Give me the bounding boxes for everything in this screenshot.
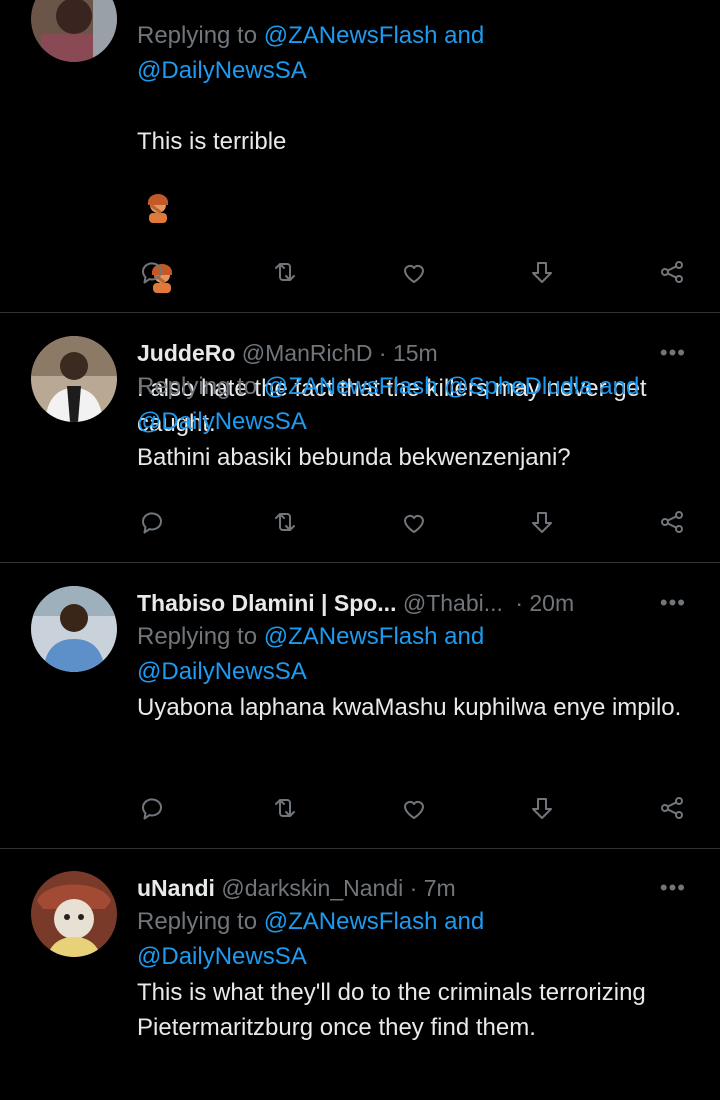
reply-prefix: Replying to <box>137 623 258 650</box>
tweet-2[interactable]: Thabiso Dlamini | Spo... @Thabi... · 20m… <box>0 563 720 849</box>
facepalm-emoji <box>143 159 173 223</box>
tweet-text: This is what they'll do to the criminals… <box>137 979 646 1041</box>
tweet-header: JuddeRo @ManRichD · 15m ••• <box>137 337 686 369</box>
reply-icon[interactable] <box>137 793 171 825</box>
mention-links[interactable]: @ZANewsFlash @SpheDludla and <box>264 373 640 400</box>
retweet-icon[interactable] <box>270 507 304 539</box>
display-name[interactable]: uNandi <box>137 875 215 901</box>
tweet-text: Bathini abasiki bebunda bekwenzenjani? <box>137 444 571 471</box>
more-icon[interactable]: ••• <box>660 872 686 904</box>
timestamp[interactable]: 7m <box>424 875 456 901</box>
downvote-icon[interactable] <box>527 507 561 539</box>
reply-prefix: Replying to <box>137 373 258 400</box>
like-icon[interactable] <box>399 507 433 539</box>
downvote-icon[interactable] <box>527 257 561 289</box>
avatar[interactable] <box>31 586 117 672</box>
handle[interactable]: @ManRichD <box>242 340 373 366</box>
tweet-actions <box>137 257 690 289</box>
mention-links[interactable]: @ZANewsFlash and <box>264 908 484 935</box>
mention-link-dailynewssa[interactable]: @DailyNewsSA <box>137 57 307 84</box>
display-name[interactable]: JuddeRo <box>137 340 235 366</box>
more-icon[interactable]: ••• <box>660 337 686 369</box>
avatar[interactable] <box>31 336 117 422</box>
avatar[interactable] <box>31 0 117 62</box>
mention-link-dailynewssa[interactable]: @DailyNewsSA <box>137 408 307 435</box>
handle[interactable]: @darkskin_Nandi <box>221 875 403 901</box>
tweet-header: uNandi @darkskin_Nandi · 7m ••• <box>137 872 686 904</box>
mention-links[interactable]: @ZANewsFlash and <box>264 623 484 650</box>
reply-context: Replying to @ZANewsFlash and @DailyNewsS… <box>137 904 686 974</box>
more-icon[interactable]: ••• <box>660 587 686 619</box>
avatar[interactable] <box>31 871 117 957</box>
reply-prefix: Replying to <box>137 22 258 49</box>
tweet-text: Uyabona laphana kwaMashu kuphilwa enye i… <box>137 694 682 721</box>
share-icon[interactable] <box>657 793 691 825</box>
share-icon[interactable] <box>657 257 691 289</box>
separator-dot: · <box>409 875 418 901</box>
tweet-actions <box>137 507 690 539</box>
facepalm-emoji <box>147 229 177 293</box>
share-icon[interactable] <box>657 507 691 539</box>
mention-link-dailynewssa[interactable]: @DailyNewsSA <box>137 658 307 685</box>
tweet-actions <box>137 793 690 825</box>
separator-dot: · <box>378 340 387 366</box>
reply-prefix: Replying to <box>137 908 258 935</box>
reply-context: Replying to @ZANewsFlash and @DailyNewsS… <box>137 619 686 689</box>
separator-dot: · <box>515 590 523 616</box>
retweet-icon[interactable] <box>270 257 304 289</box>
retweet-icon[interactable] <box>270 793 304 825</box>
tweet-3[interactable]: uNandi @darkskin_Nandi · 7m ••• Replying… <box>0 849 720 1100</box>
like-icon[interactable] <box>399 257 433 289</box>
reply-icon[interactable] <box>137 507 171 539</box>
mention-links[interactable]: @ZANewsFlash and <box>264 22 484 49</box>
tweet-1[interactable]: JuddeRo @ManRichD · 15m ••• Replying to … <box>0 313 720 563</box>
reply-context: Replying to @ZANewsFlash @SpheDludla and… <box>137 369 686 439</box>
handle[interactable]: @Thabi... <box>403 590 503 616</box>
reply-context: Replying to @ZANewsFlash and @DailyNewsS… <box>137 18 686 88</box>
tweet-0[interactable]: Replying to @ZANewsFlash and @DailyNewsS… <box>0 0 720 437</box>
reply-icon[interactable] <box>137 257 171 289</box>
mention-link-dailynewssa[interactable]: @DailyNewsSA <box>137 943 307 970</box>
tweet-text-line1: This is terrible <box>137 128 287 155</box>
downvote-icon[interactable] <box>527 793 561 825</box>
display-name[interactable]: Thabiso Dlamini | Spo... <box>137 590 396 616</box>
tweet-header: Thabiso Dlamini | Spo... @Thabi... · 20m… <box>137 587 686 619</box>
like-icon[interactable] <box>399 793 433 825</box>
timestamp[interactable]: 20m <box>529 590 574 616</box>
timestamp[interactable]: 15m <box>393 340 438 366</box>
